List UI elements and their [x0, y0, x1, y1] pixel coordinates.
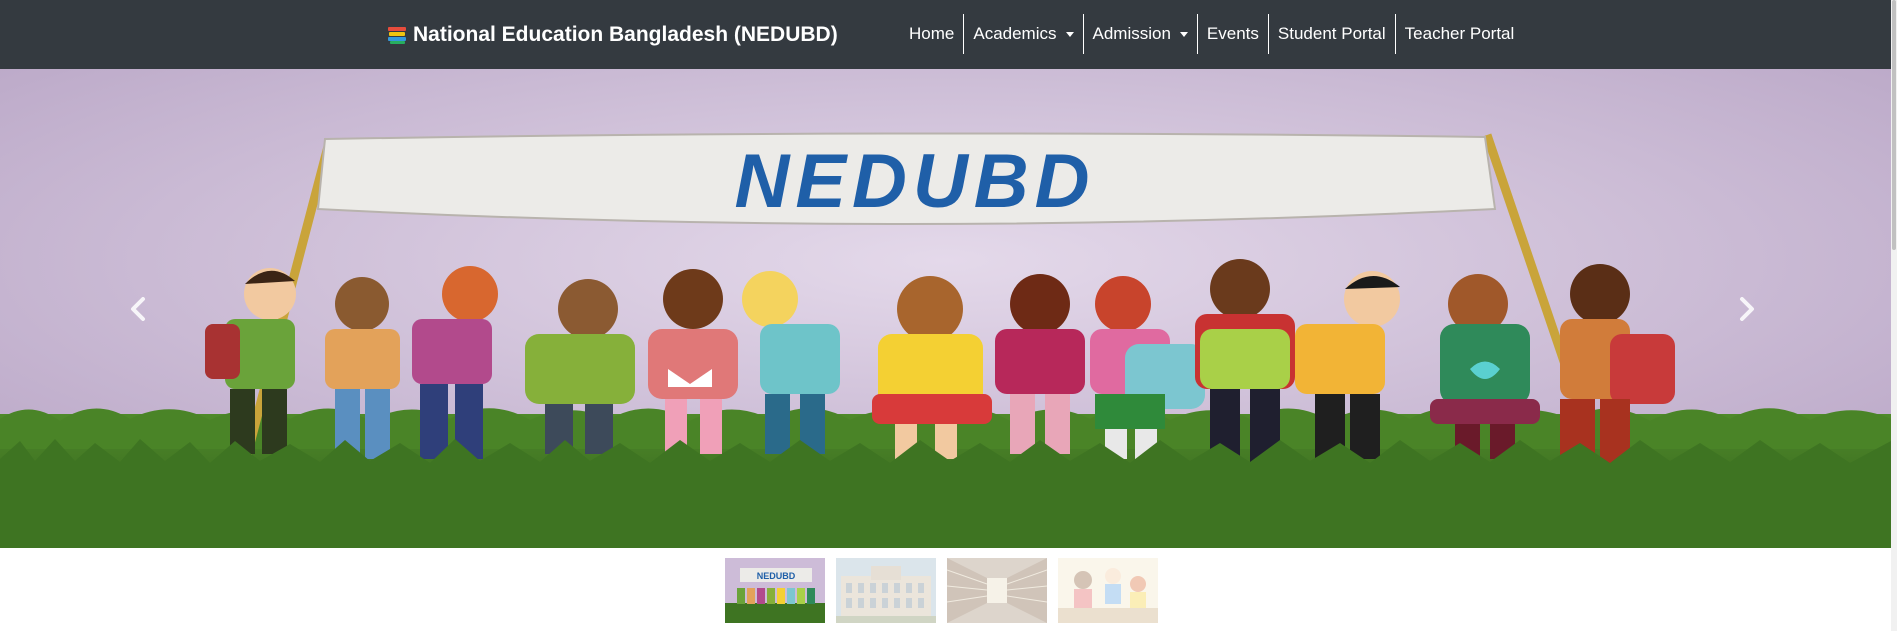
books-icon [387, 25, 407, 45]
nav-admission-dropdown[interactable]: Admission [1082, 14, 1197, 54]
chevron-right-icon [1740, 297, 1754, 321]
nav-academics-label: Academics [973, 24, 1057, 43]
banner-text: NEDUBD [734, 139, 1095, 224]
carousel-prev-button[interactable] [113, 284, 163, 334]
nav-admission-label: Admission [1092, 24, 1171, 43]
caret-down-icon [1179, 31, 1188, 37]
brand-link[interactable]: National Education Bangladesh (NEDUBD) [387, 0, 838, 69]
caret-down-icon [1065, 31, 1074, 37]
main-nav: Home Academics Admission Events Student … [900, 14, 1523, 54]
chevron-left-icon [131, 297, 145, 321]
carousel-next-button[interactable] [1722, 284, 1772, 334]
page-scrollbar[interactable] [1891, 0, 1897, 631]
brand-text: National Education Bangladesh (NEDUBD) [413, 22, 838, 46]
hero-carousel: NEDUBD [0, 69, 1891, 548]
thumbnail-banner-text: NEDUBD [757, 571, 796, 581]
carousel-thumbnails: NEDUBD [725, 558, 1158, 623]
nav-student-portal-label: Student Portal [1277, 24, 1386, 43]
thumbnail-library[interactable] [947, 558, 1047, 623]
nav-home-label: Home [909, 24, 955, 43]
top-navbar: National Education Bangladesh (NEDUBD) H… [0, 0, 1891, 69]
thumbnail-nedubd-kids[interactable]: NEDUBD [725, 558, 825, 623]
nav-teacher-portal-label: Teacher Portal [1404, 24, 1515, 43]
nav-events-label: Events [1206, 24, 1259, 43]
nav-events[interactable]: Events [1196, 14, 1268, 54]
nav-academics-dropdown[interactable]: Academics [963, 14, 1082, 54]
thumbnail-classroom[interactable] [1058, 558, 1158, 623]
nav-home[interactable]: Home [900, 14, 963, 54]
scrollbar-thumb[interactable] [1892, 0, 1896, 250]
nav-student-portal[interactable]: Student Portal [1267, 14, 1395, 54]
thumbnail-building[interactable] [836, 558, 936, 623]
nav-teacher-portal[interactable]: Teacher Portal [1394, 14, 1524, 54]
slide-image-nedubd-kids: NEDUBD [0, 69, 1891, 548]
